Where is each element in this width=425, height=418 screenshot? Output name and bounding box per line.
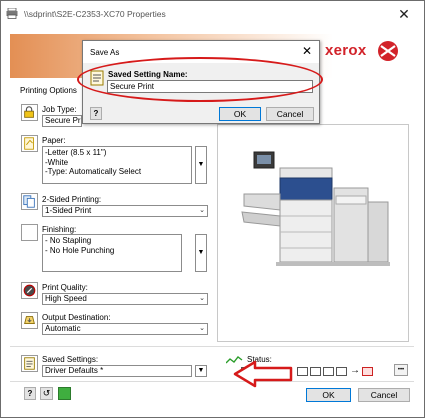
window-title: \\sdprint\S2E-C2353-XC70 Properties <box>24 9 166 19</box>
finishing-label: Finishing: <box>42 225 77 234</box>
highlight-ellipse <box>77 57 323 102</box>
save-as-title: Save As <box>90 48 120 57</box>
paper-line-color: -White <box>45 157 69 167</box>
output-destination-select[interactable]: Automatic ⌄ <box>42 323 208 335</box>
output-destination-value: Automatic <box>45 324 81 333</box>
help-button[interactable]: ? <box>24 387 36 400</box>
chevron-down-icon: ⌄ <box>199 295 205 302</box>
finishing-summary-box[interactable]: - No Stapling - No Hole Punching <box>42 234 182 272</box>
layout-justify-icon[interactable] <box>336 367 347 376</box>
duplex-icon <box>21 193 38 210</box>
job-type-select[interactable]: Secure Prin <box>42 115 82 127</box>
two-sided-value: 1-Sided Print <box>45 206 92 215</box>
finishing-dropdown-button[interactable]: ▼ <box>195 234 207 272</box>
saved-settings-label: Saved Settings: <box>42 355 99 364</box>
green-status-button[interactable] <box>58 387 71 400</box>
xerox-logo-text: xerox <box>325 42 367 59</box>
cancel-button[interactable]: Cancel <box>358 388 410 402</box>
job-type-value: Secure Prin <box>45 116 81 125</box>
layout-right-icon[interactable] <box>323 367 334 376</box>
paper-label: Paper: <box>42 136 66 145</box>
printer-image <box>241 151 390 266</box>
window-close-button[interactable]: ✕ <box>393 6 415 22</box>
chevron-down-icon: ⌄ <box>199 325 205 332</box>
save-as-help-button[interactable]: ? <box>90 107 102 120</box>
paper-summary-box[interactable]: -Letter (8.5 x 11") -White -Type: Automa… <box>42 146 192 184</box>
arrow-right-icon[interactable]: → <box>349 365 361 377</box>
save-as-ok-button[interactable]: OK <box>219 107 261 121</box>
print-quality-label: Print Quality: <box>42 283 88 292</box>
paper-dropdown-button[interactable]: ▼ <box>195 146 207 184</box>
job-type-label: Job Type: <box>42 105 77 114</box>
paper-line-type: -Type: Automatically Select <box>45 167 142 176</box>
print-quality-value: High Speed <box>45 294 87 303</box>
paper-line-size: -Letter (8.5 x 11") <box>45 148 107 157</box>
two-sided-label: 2-Sided Printing: <box>42 195 102 204</box>
output-destination-label: Output Destination: <box>42 313 111 322</box>
finishing-icon <box>21 224 38 241</box>
xerox-sphere-icon <box>378 41 398 61</box>
saved-settings-value: Driver Defaults * <box>45 366 104 375</box>
printer-icon <box>6 8 18 19</box>
saved-settings-select[interactable]: Driver Defaults * <box>42 365 192 377</box>
save-as-cancel-button[interactable]: Cancel <box>266 107 314 121</box>
two-sided-select[interactable]: 1-Sided Print ⌄ <box>42 205 208 217</box>
print-quality-select[interactable]: High Speed ⌄ <box>42 293 208 305</box>
print-quality-icon <box>21 282 38 299</box>
chevron-down-icon: ⌄ <box>199 207 205 214</box>
highlight-arrow-icon <box>233 360 293 388</box>
error-summary-icon[interactable] <box>362 367 373 376</box>
finishing-line-punching: - No Hole Punching <box>45 245 115 255</box>
saved-settings-dropdown-button[interactable]: ▼ <box>195 365 207 377</box>
layout-left-icon[interactable] <box>297 367 308 376</box>
more-options-button[interactable]: ••• <box>394 364 408 376</box>
restore-defaults-button[interactable]: ↺ <box>40 387 53 400</box>
footer-separator <box>10 381 414 382</box>
lock-icon <box>21 104 38 121</box>
ok-button[interactable]: OK <box>306 388 351 402</box>
saved-settings-icon <box>21 355 38 372</box>
save-as-close-button[interactable]: ✕ <box>300 44 314 58</box>
output-destination-icon <box>21 312 38 329</box>
finishing-line-stapling: - No Stapling <box>45 236 92 245</box>
printing-options-label: Printing Options <box>20 86 77 95</box>
layout-center-icon[interactable] <box>310 367 321 376</box>
separator-line <box>10 346 414 347</box>
refresh-icon: ↺ <box>42 388 51 398</box>
paper-icon <box>21 135 38 152</box>
